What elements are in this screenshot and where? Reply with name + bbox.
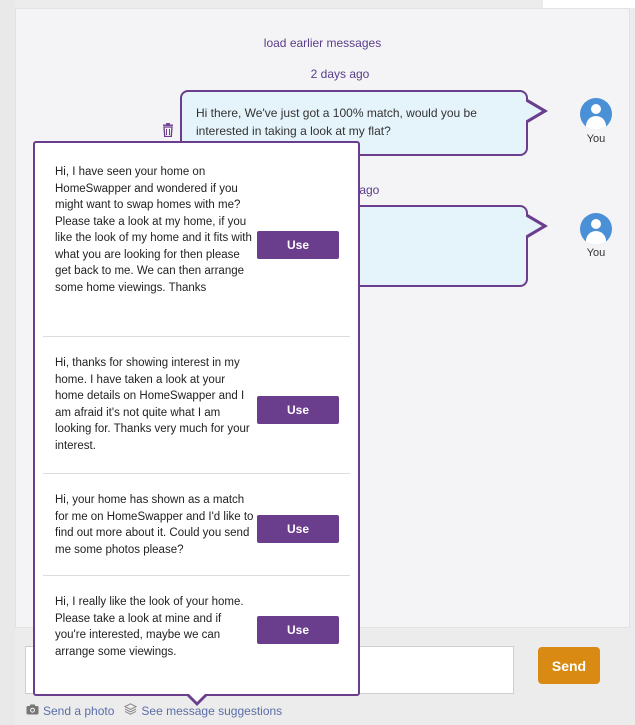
- suggestion-text: Hi, thanks for showing interest in my ho…: [55, 357, 250, 452]
- suggestion-item: Hi, thanks for showing interest in my ho…: [43, 337, 350, 474]
- avatar: [580, 213, 612, 245]
- send-button[interactable]: Send: [538, 647, 600, 684]
- see-suggestions-label: See message suggestions: [141, 703, 283, 718]
- message-text: Hi there, We've just got a 100% match, w…: [196, 106, 477, 138]
- suggestion-item: Hi, I really like the look of your home.…: [43, 576, 350, 694]
- date-label: 2 days ago: [310, 67, 370, 81]
- avatar-label: You: [586, 133, 606, 145]
- trash-icon[interactable]: [162, 123, 174, 138]
- use-suggestion-button[interactable]: Use: [257, 396, 339, 424]
- avatar: [580, 98, 612, 130]
- use-suggestion-button[interactable]: Use: [257, 515, 339, 543]
- use-suggestion-button[interactable]: Use: [257, 616, 339, 644]
- camera-icon: [26, 704, 43, 718]
- suggestion-text: Hi, I have seen your home on HomeSwapper…: [55, 166, 252, 294]
- bubble-tail-fill: [525, 101, 542, 121]
- layers-icon: [124, 703, 141, 718]
- send-photo-label: Send a photo: [43, 703, 115, 718]
- use-suggestion-button[interactable]: Use: [257, 231, 339, 259]
- suggestion-text: Hi, your home has shown as a match for m…: [55, 494, 254, 556]
- suggestion-item: Hi, your home has shown as a match for m…: [43, 474, 350, 576]
- panel-corner: [543, 0, 635, 8]
- background-strip: [0, 0, 15, 725]
- avatar-label: You: [586, 247, 606, 259]
- popup-pointer-fill: [189, 694, 205, 702]
- bubble-tail-fill: [525, 216, 542, 236]
- suggestions-popup: Hi, I have seen your home on HomeSwapper…: [33, 141, 360, 696]
- suggestion-text: Hi, I really like the look of your home.…: [55, 596, 244, 658]
- composer-footer: Send a photo See message suggestions: [26, 703, 292, 718]
- load-earlier-link[interactable]: load earlier messages: [16, 36, 629, 50]
- suggestion-item: Hi, I have seen your home on HomeSwapper…: [43, 143, 350, 337]
- send-photo-link[interactable]: Send a photo: [26, 704, 114, 718]
